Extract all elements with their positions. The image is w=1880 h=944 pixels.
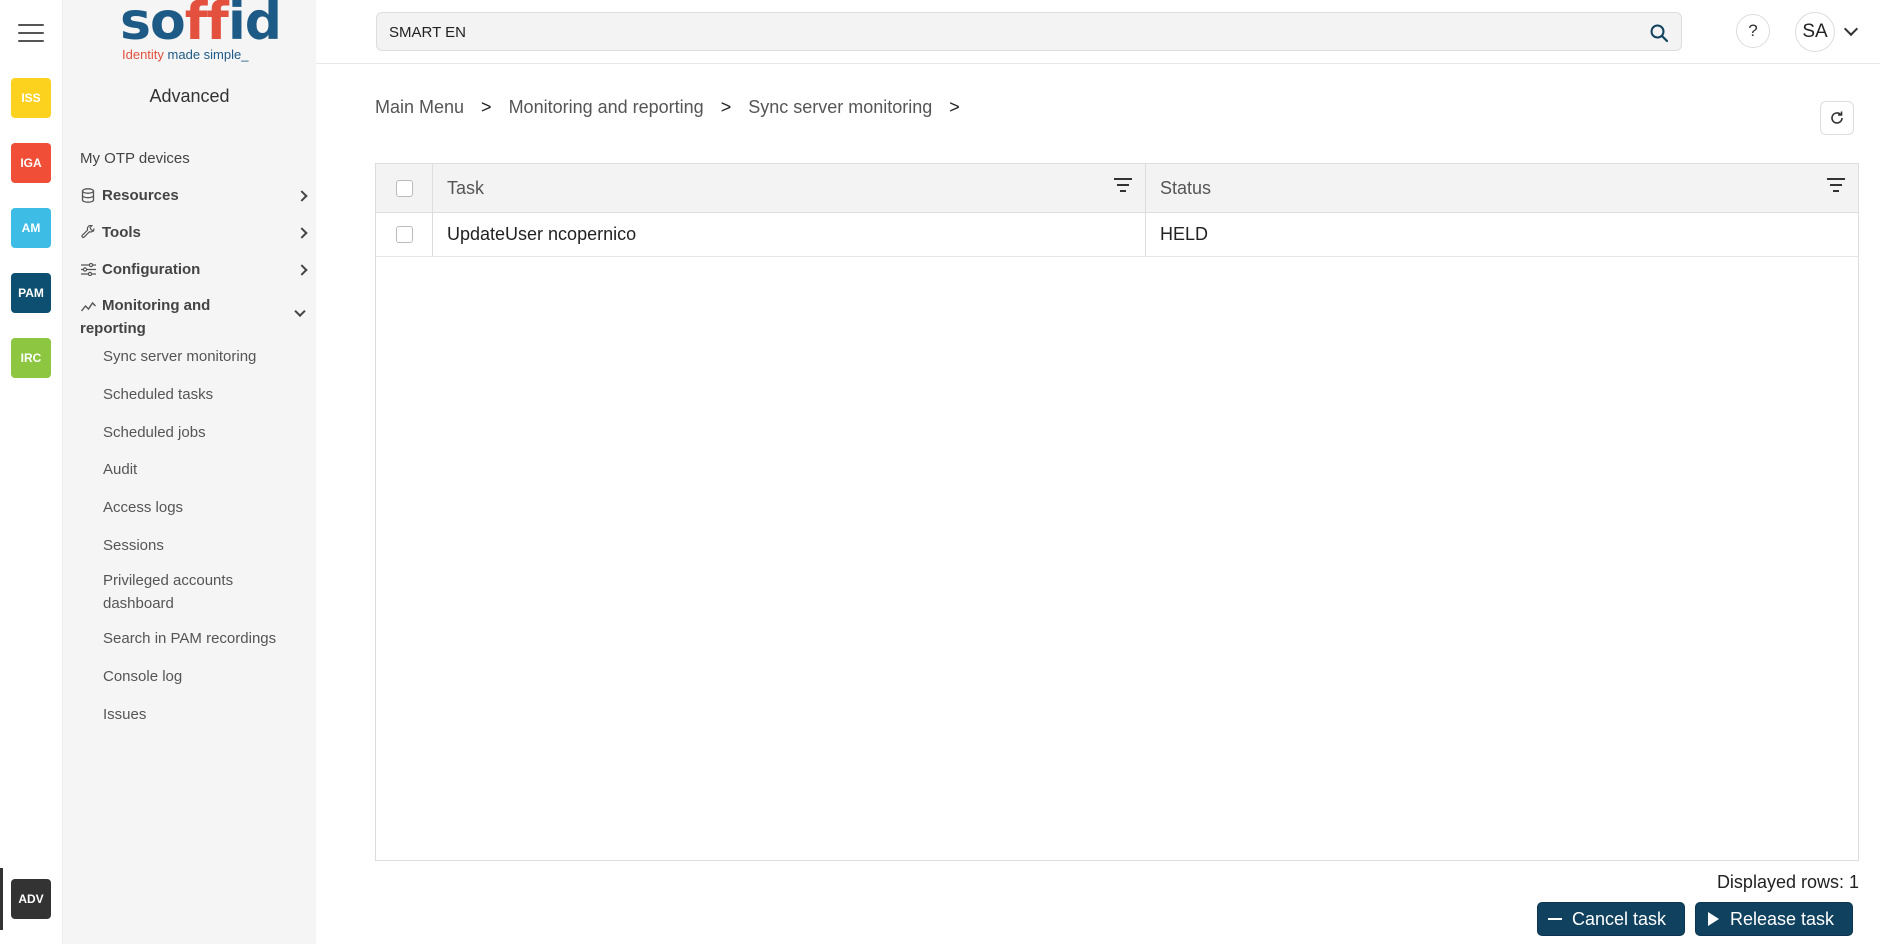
app-tile-iss[interactable]: ISS: [11, 78, 51, 118]
breadcrumb-sync-server-monitoring[interactable]: Sync server monitoring: [748, 97, 932, 118]
release-task-button[interactable]: Release task: [1695, 902, 1853, 936]
app-tile-pam[interactable]: PAM: [11, 273, 51, 313]
select-all-checkbox[interactable]: [395, 179, 413, 197]
search-input[interactable]: [389, 21, 1629, 43]
chevron-down-icon: [294, 305, 306, 318]
hamburger-menu-icon[interactable]: [18, 24, 44, 44]
chevron-right-icon: [296, 226, 308, 239]
refresh-button[interactable]: [1820, 101, 1854, 135]
sliders-icon: [80, 262, 96, 278]
cancel-task-button[interactable]: Cancel task: [1537, 902, 1685, 936]
database-icon: [80, 188, 96, 204]
breadcrumb-main-menu[interactable]: Main Menu: [375, 97, 464, 118]
app-tile-irc[interactable]: IRC: [11, 338, 51, 378]
sidebar-subitem-audit[interactable]: Audit: [63, 451, 316, 489]
row-status-cell: HELD: [1160, 224, 1209, 244]
sidebar-title: Advanced: [149, 86, 230, 106]
logo-tagline: Identity made simple_: [122, 47, 249, 62]
sidebar-item-monitoring-and-reporting[interactable]: Monitoring and reporting: [63, 288, 316, 338]
sidebar-nav: My OTP devices Resources Tools Configura…: [63, 140, 316, 733]
sidebar-subitem-access-logs[interactable]: Access logs: [63, 489, 316, 527]
breadcrumb: Main Menu > Monitoring and reporting > S…: [375, 97, 977, 118]
sidebar-subitem-search-pam-recordings[interactable]: Search in PAM recordings: [63, 620, 316, 658]
breadcrumb-monitoring-and-reporting[interactable]: Monitoring and reporting: [509, 97, 704, 118]
row-select-cell: [376, 213, 433, 256]
filter-icon[interactable]: [1826, 178, 1846, 196]
sidebar-item-my-otp-devices[interactable]: My OTP devices: [63, 140, 316, 177]
sidebar-subitem-sessions[interactable]: Sessions: [63, 526, 316, 564]
soffid-logo[interactable]: soffid Identity made simple_: [120, 0, 282, 66]
breadcrumb-separator: >: [720, 97, 732, 117]
sidebar-subitem-console-log[interactable]: Console log: [63, 658, 316, 696]
minus-icon: [1538, 918, 1572, 920]
search-box: [376, 12, 1682, 51]
sidebar-item-label: Resources: [102, 187, 179, 204]
logo-wordmark: soffid: [120, 0, 282, 52]
app-root: ISS IGA AM PAM IRC ADV soffid Identity m…: [0, 0, 1880, 944]
top-bar: ? SA: [316, 0, 1880, 64]
app-tile-am[interactable]: AM: [11, 208, 51, 248]
user-avatar[interactable]: SA: [1795, 12, 1835, 52]
header-status-label: Status: [1160, 177, 1212, 198]
sidebar-item-label: Configuration: [102, 261, 201, 278]
chevron-right-icon: [296, 189, 308, 202]
filter-icon[interactable]: [1113, 178, 1133, 196]
cancel-task-label: Cancel task: [1572, 908, 1667, 929]
help-button[interactable]: ?: [1736, 14, 1770, 48]
row-task-cell: UpdateUser ncopernico: [433, 213, 1146, 256]
search-icon[interactable]: [1649, 23, 1669, 43]
release-task-label: Release task: [1730, 908, 1835, 929]
sidebar-subitem-issues[interactable]: Issues: [63, 696, 316, 734]
sidebar-item-tools[interactable]: Tools: [63, 214, 316, 251]
sidebar-item-label: Tools: [102, 224, 141, 241]
breadcrumb-separator: >: [949, 97, 960, 117]
sidebar-item-label: My OTP devices: [80, 150, 190, 167]
header-status[interactable]: Status: [1146, 164, 1858, 212]
header-task[interactable]: Task: [433, 164, 1146, 212]
sidebar-item-configuration[interactable]: Configuration: [63, 251, 316, 288]
app-rail: ISS IGA AM PAM IRC ADV: [0, 0, 63, 944]
active-app-indicator: ADV: [0, 868, 63, 930]
app-tile-adv[interactable]: ADV: [11, 879, 51, 919]
sidebar-item-label: Monitoring and reporting: [80, 297, 211, 337]
displayed-rows-count: Displayed rows: 1: [1716, 872, 1859, 892]
sidebar-subitem-scheduled-tasks[interactable]: Scheduled tasks: [63, 376, 316, 414]
chevron-down-icon[interactable]: [1843, 21, 1859, 37]
play-icon: [1696, 912, 1730, 926]
sidebar-item-resources[interactable]: Resources: [63, 177, 316, 214]
tasks-table: Task Status UpdateUser ncopernico HELD: [375, 163, 1859, 861]
app-tile-iga[interactable]: IGA: [11, 143, 51, 183]
header-task-label: Task: [447, 177, 485, 198]
row-checkbox[interactable]: [395, 226, 413, 243]
breadcrumb-separator: >: [481, 97, 492, 117]
sidebar-subitem-privileged-accounts-dashboard[interactable]: Privileged accounts dashboard: [63, 564, 316, 620]
chevron-right-icon: [296, 263, 308, 276]
sidebar: soffid Identity made simple_ Advanced My…: [63, 0, 316, 944]
header-select-cell: [376, 164, 433, 212]
refresh-icon: [1831, 111, 1843, 124]
sidebar-subitem-label: Privileged accounts dashboard: [103, 572, 234, 613]
chart-line-icon: [80, 298, 96, 314]
wrench-icon: [80, 225, 96, 241]
sidebar-subitem-sync-server-monitoring[interactable]: Sync server monitoring: [63, 338, 316, 376]
table-header: Task Status: [376, 164, 1858, 213]
sidebar-subitem-scheduled-jobs[interactable]: Scheduled jobs: [63, 413, 316, 451]
table-row[interactable]: UpdateUser ncopernico HELD: [376, 213, 1858, 257]
